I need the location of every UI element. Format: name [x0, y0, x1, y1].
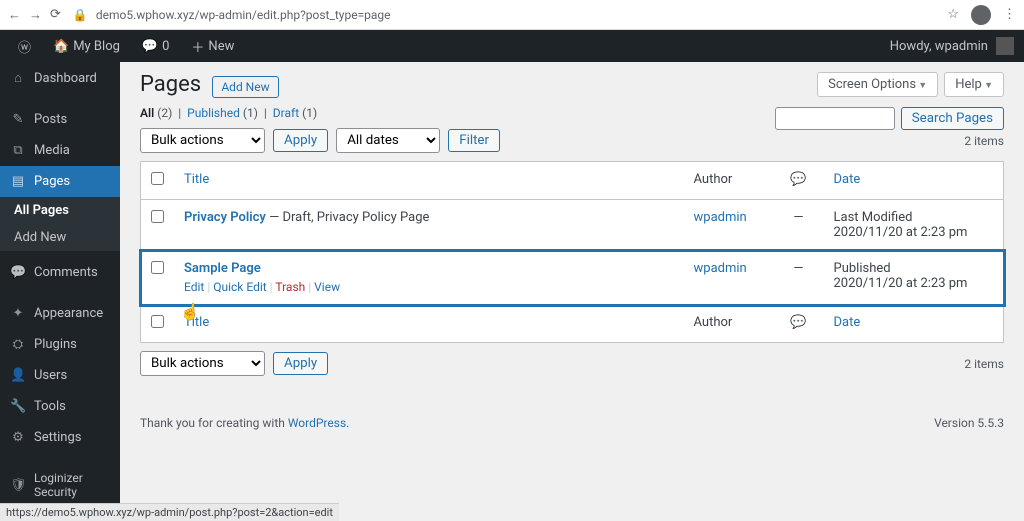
col-comments[interactable]: 💬: [774, 162, 824, 200]
user-icon: 👤: [10, 368, 26, 383]
pages-icon: ▤: [10, 174, 26, 189]
action-quick-edit[interactable]: Quick Edit: [213, 280, 266, 294]
items-count: 2 items: [964, 134, 1004, 148]
filter-published[interactable]: Published: [187, 106, 240, 120]
bulk-actions-select-bottom[interactable]: Bulk actions: [140, 351, 265, 376]
page-link-sample[interactable]: Sample Page: [184, 261, 261, 276]
comments-bubble[interactable]: 💬 0: [134, 39, 178, 54]
filter-button[interactable]: Filter: [448, 129, 500, 152]
howdy-text[interactable]: Howdy, wpadmin: [890, 39, 988, 54]
sidebar-item-settings[interactable]: ⚙Settings: [0, 422, 120, 453]
author-link[interactable]: wpadmin: [694, 261, 747, 276]
apply-button-bottom[interactable]: Apply: [273, 352, 328, 375]
col-author-bottom: Author: [684, 305, 774, 343]
col-comments-bottom[interactable]: 💬: [774, 305, 824, 343]
new-content[interactable]: ＋ New: [183, 37, 242, 56]
page-link-privacy[interactable]: Privacy Policy: [184, 210, 266, 225]
date-filter-select[interactable]: All dates: [336, 128, 440, 153]
sidebar-item-tools[interactable]: 🔧Tools: [0, 391, 120, 422]
wordpress-link[interactable]: WordPress: [288, 416, 346, 430]
help-button[interactable]: Help: [944, 72, 1004, 97]
sidebar-item-pages[interactable]: ▤Pages: [0, 166, 120, 197]
star-icon[interactable]: ☆: [947, 7, 959, 22]
brush-icon: ✦: [10, 306, 26, 321]
shield-icon: 🛡: [10, 478, 26, 493]
submenu-all-pages[interactable]: All Pages: [0, 197, 120, 224]
sidebar-item-plugins[interactable]: ⛭Plugins: [0, 329, 120, 360]
bulk-actions-select[interactable]: Bulk actions: [140, 128, 265, 153]
author-link[interactable]: wpadmin: [694, 210, 747, 225]
content-area: Screen Options Help Pages Add New Search…: [120, 62, 1024, 521]
select-all-checkbox[interactable]: [151, 172, 164, 185]
wp-admin-toolbar: ⓦ 🏠 My Blog 💬 0 ＋ New Howdy, wpadmin: [0, 30, 1024, 62]
filter-draft[interactable]: Draft: [273, 106, 299, 120]
select-all-checkbox-bottom[interactable]: [151, 315, 164, 328]
apply-button[interactable]: Apply: [273, 129, 328, 152]
screen-options-button[interactable]: Screen Options: [817, 72, 938, 97]
pages-table: Title Author 💬 Date Privacy Policy — Dra…: [140, 161, 1004, 343]
row-checkbox[interactable]: [151, 261, 164, 274]
col-author: Author: [684, 162, 774, 200]
sidebar-item-posts[interactable]: ✎Posts: [0, 104, 120, 135]
pin-icon: ✎: [10, 112, 26, 127]
back-icon[interactable]: ←: [8, 7, 21, 23]
action-edit[interactable]: Edit: [184, 280, 204, 294]
menu-icon[interactable]: ⋮: [1003, 7, 1016, 22]
col-title[interactable]: Title: [184, 172, 209, 187]
col-date[interactable]: Date: [834, 172, 861, 187]
sidebar-item-media[interactable]: ⧉Media: [0, 135, 120, 166]
action-trash[interactable]: Trash: [275, 280, 305, 294]
settings-icon: ⚙: [10, 430, 26, 445]
admin-sidebar: ⌂Dashboard ✎Posts ⧉Media ▤Pages All Page…: [0, 62, 120, 521]
media-icon: ⧉: [10, 143, 26, 158]
col-date-bottom[interactable]: Date: [834, 315, 861, 330]
add-new-button[interactable]: Add New: [212, 76, 278, 98]
items-count-bottom: 2 items: [964, 357, 1004, 371]
sidebar-item-loginizer[interactable]: 🛡Loginizer Security: [0, 463, 120, 507]
sidebar-item-comments[interactable]: 💬Comments: [0, 257, 120, 288]
wp-logo-icon[interactable]: ⓦ: [10, 37, 39, 56]
col-title-bottom[interactable]: Title: [184, 315, 209, 330]
dashboard-icon: ⌂: [10, 70, 26, 86]
site-link[interactable]: 🏠 My Blog: [45, 39, 128, 54]
table-row: Privacy Policy — Draft, Privacy Policy P…: [141, 200, 1004, 251]
comment-icon: 💬: [10, 265, 26, 280]
action-view[interactable]: View: [314, 280, 340, 294]
filter-all[interactable]: All: [140, 106, 154, 120]
avatar[interactable]: [996, 37, 1014, 55]
sidebar-item-users[interactable]: 👤Users: [0, 360, 120, 391]
search-input[interactable]: [775, 107, 895, 130]
wrench-icon: 🔧: [10, 399, 26, 414]
table-row: Sample Page Edit | Quick Edit | Trash | …: [141, 251, 1004, 305]
sidebar-item-appearance[interactable]: ✦Appearance: [0, 298, 120, 329]
url-text: demo5.wphow.xyz/wp-admin/edit.php?post_t…: [96, 8, 391, 22]
sidebar-item-dashboard[interactable]: ⌂Dashboard: [0, 62, 120, 94]
page-title: Pages: [140, 72, 201, 97]
status-bar: https://demo5.wphow.xyz/wp-admin/post.ph…: [0, 503, 339, 521]
plugin-icon: ⛭: [10, 337, 26, 352]
row-checkbox[interactable]: [151, 210, 164, 223]
version-text: Version 5.5.3: [934, 416, 1004, 430]
browser-bar: ← → ⟳ 🔒 demo5.wphow.xyz/wp-admin/edit.ph…: [0, 0, 1024, 30]
lock-icon: 🔒: [73, 8, 88, 22]
forward-icon[interactable]: →: [29, 7, 42, 23]
profile-icon[interactable]: [971, 5, 991, 25]
submenu-add-new[interactable]: Add New: [0, 224, 120, 251]
reload-icon[interactable]: ⟳: [50, 7, 61, 23]
search-button[interactable]: Search Pages: [901, 107, 1004, 130]
